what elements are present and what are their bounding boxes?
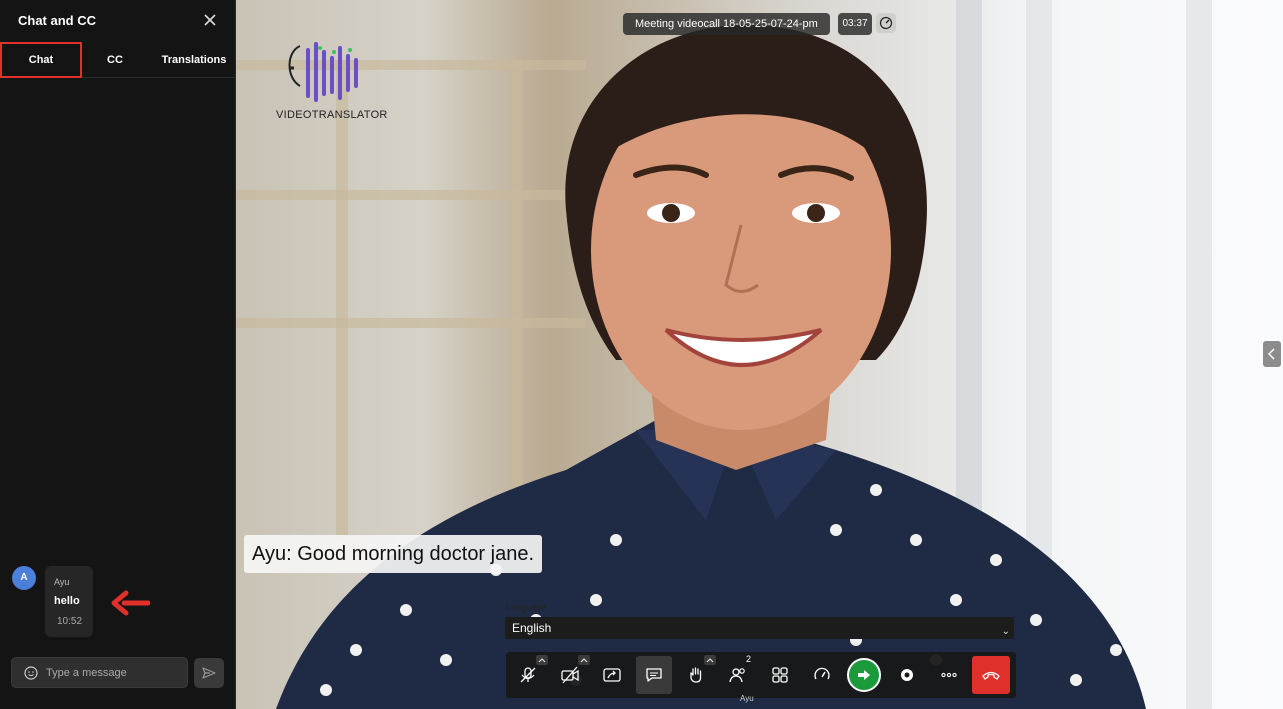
grid-icon — [772, 667, 788, 683]
collapse-panel-button[interactable] — [1263, 341, 1281, 367]
chevron-up-icon — [706, 658, 714, 663]
sidebar-tabs: Chat CC Translations — [0, 42, 236, 78]
performance-button[interactable] — [804, 656, 840, 694]
meeting-title: Meeting videocall 18-05-25-07-24-pm — [623, 13, 830, 35]
avatar: A — [12, 566, 36, 590]
video-off-icon — [561, 666, 579, 684]
camera-options-button[interactable] — [578, 655, 590, 665]
language-value: English — [512, 621, 552, 635]
gauge-icon — [879, 16, 893, 30]
red-arrow-icon — [111, 590, 150, 616]
video-stage: VIDEOTRANSLATOR Meeting videocall 18-05-… — [236, 0, 1283, 709]
raise-hand-icon — [690, 667, 702, 683]
logo-text: VIDEOTRANSLATOR — [276, 109, 388, 121]
chat-button[interactable] — [636, 656, 672, 694]
chat-sidebar: Chat and CC Chat CC Translations A Ayu h… — [0, 0, 236, 709]
send-icon — [202, 667, 216, 679]
message-time: 10:52 — [57, 616, 83, 627]
chat-icon — [646, 668, 662, 682]
reactions-options-button[interactable] — [704, 655, 716, 665]
connection-stats-button[interactable] — [876, 13, 896, 33]
close-icon[interactable] — [202, 12, 218, 28]
apps-button[interactable] — [762, 656, 798, 694]
gauge-icon — [814, 667, 830, 680]
tab-cc[interactable]: CC — [80, 42, 150, 78]
chat-message: Ayu hello 10:52 — [45, 566, 93, 637]
participants-count-badge: 2 — [746, 654, 752, 664]
record-icon — [901, 669, 913, 681]
mic-off-icon — [520, 667, 536, 683]
sidebar-header: Chat and CC — [0, 0, 236, 42]
hang-up-icon — [982, 671, 1000, 680]
record-button[interactable] — [889, 656, 925, 694]
message-text: hello — [54, 595, 80, 607]
meeting-toolbar: 2 Ayu — [506, 652, 1016, 703]
meeting-timer: 03:37 — [838, 13, 872, 35]
chevron-up-icon — [538, 658, 546, 663]
emoji-icon[interactable] — [24, 666, 38, 680]
share-screen-icon — [603, 668, 621, 682]
more-button[interactable] — [931, 656, 967, 694]
mic-options-button[interactable] — [536, 655, 548, 665]
share-screen-button[interactable] — [594, 656, 630, 694]
tab-chat[interactable]: Chat — [0, 42, 82, 78]
tab-translations[interactable]: Translations — [152, 42, 236, 78]
message-input-box — [11, 657, 188, 688]
caption-text: Ayu: Good morning doctor jane. — [244, 535, 543, 573]
leave-call-button[interactable] — [972, 656, 1010, 694]
participants-icon — [729, 668, 745, 683]
sidebar-title: Chat and CC — [18, 13, 96, 28]
send-button[interactable] — [194, 658, 224, 688]
chevron-down-icon: ⌄ — [1001, 626, 1010, 637]
language-select[interactable]: English ⌄ — [505, 617, 1014, 639]
chevron-up-icon — [580, 658, 588, 663]
language-label: Language — [506, 602, 547, 612]
local-user-name: Ayu — [740, 694, 754, 703]
more-icon — [941, 672, 957, 678]
arrow-right-icon — [858, 670, 870, 680]
message-input[interactable] — [46, 658, 184, 687]
message-author: Ayu — [54, 577, 70, 587]
chevron-left-icon — [1267, 348, 1275, 360]
enter-button[interactable] — [847, 658, 881, 692]
